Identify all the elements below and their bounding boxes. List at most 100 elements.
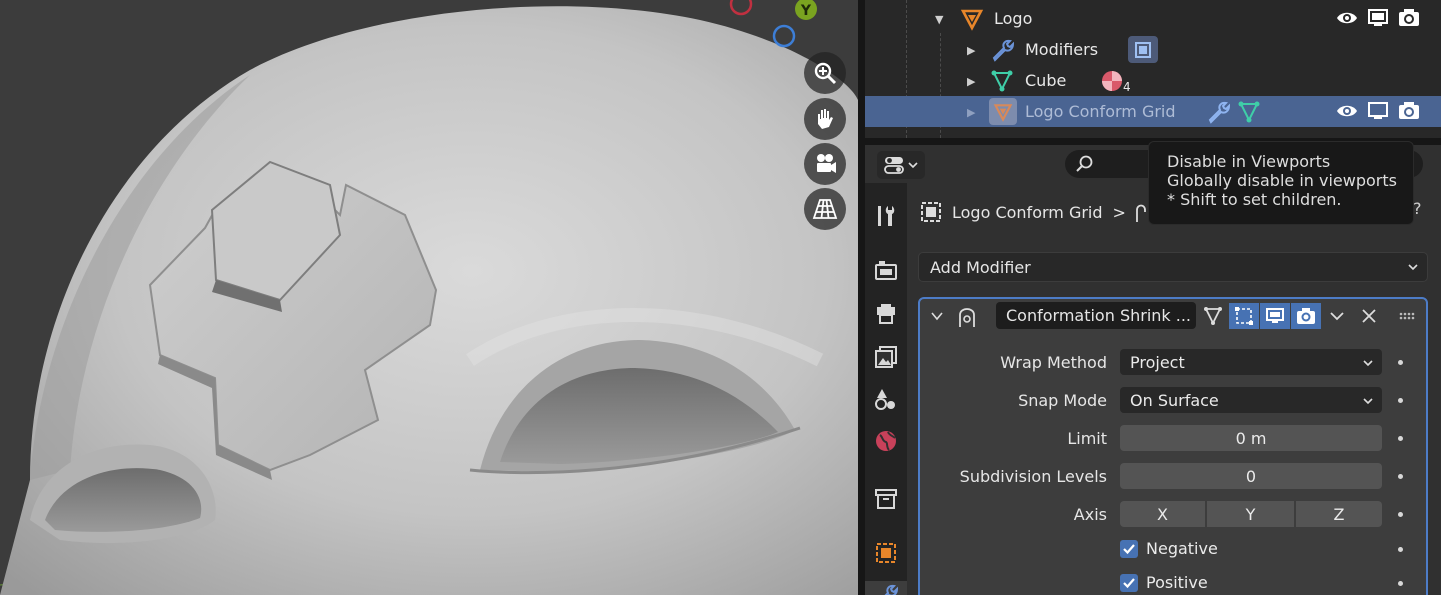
wrench-icon bbox=[884, 584, 898, 595]
3d-viewport[interactable]: Y bbox=[0, 0, 858, 595]
logo-object-icon bbox=[989, 98, 1017, 125]
expand-triangle-icon[interactable]: ▶ bbox=[967, 44, 975, 57]
axis-y-toggle[interactable]: Y bbox=[1207, 501, 1294, 527]
eye-icon[interactable] bbox=[1336, 7, 1358, 29]
close-icon bbox=[1362, 309, 1376, 323]
tab-scene[interactable] bbox=[872, 385, 900, 413]
monitor-icon[interactable] bbox=[1367, 100, 1389, 122]
tab-render[interactable] bbox=[872, 256, 900, 284]
keyframe-dot[interactable] bbox=[1398, 398, 1403, 403]
mesh-edit-icon bbox=[1204, 307, 1222, 326]
zoom-button[interactable] bbox=[804, 52, 846, 94]
expand-triangle-icon[interactable]: ▶ bbox=[967, 75, 975, 88]
mesh-icon bbox=[991, 70, 1013, 92]
wrap-method-dropdown[interactable]: Project bbox=[1120, 349, 1382, 375]
tab-object[interactable] bbox=[872, 539, 900, 567]
breadcrumb-object-name: Logo Conform Grid bbox=[952, 202, 1103, 222]
camera-view-button[interactable] bbox=[804, 143, 846, 185]
area-divider[interactable] bbox=[858, 0, 865, 595]
tab-modifiers[interactable] bbox=[865, 581, 907, 595]
outliner-row-label: Logo Conform Grid bbox=[1025, 102, 1176, 121]
mesh-icon[interactable] bbox=[1237, 100, 1261, 124]
breadcrumb-separator: > bbox=[1112, 202, 1126, 222]
wrench-icon bbox=[992, 39, 1014, 62]
keyframe-dot[interactable] bbox=[1398, 436, 1403, 441]
outliner-row-logo-conform-grid[interactable]: ▶ Logo Conform Grid bbox=[865, 96, 1441, 127]
tooltip: Disable in Viewports Globally disable in… bbox=[1148, 141, 1414, 225]
camera-render-icon bbox=[1297, 308, 1315, 324]
shrinkwrap-icon bbox=[1136, 204, 1146, 222]
axis-x-toggle[interactable]: X bbox=[1120, 501, 1205, 527]
on-cage-toggle[interactable] bbox=[1229, 303, 1259, 329]
monitor-icon[interactable] bbox=[1367, 7, 1389, 29]
collapse-chevron-icon[interactable] bbox=[930, 309, 944, 323]
keyframe-dot[interactable] bbox=[1398, 360, 1403, 365]
help-icon[interactable]: ? bbox=[1413, 199, 1422, 218]
pan-button[interactable] bbox=[804, 98, 846, 140]
chevron-down-icon bbox=[908, 162, 918, 169]
wrap-method-value: Project bbox=[1130, 352, 1185, 372]
outliner-row-cube[interactable]: ▶ Cube 4 bbox=[865, 65, 1441, 96]
image-stack-icon bbox=[875, 346, 897, 368]
outliner-row-label: Cube bbox=[1025, 71, 1067, 90]
chevron-down-icon bbox=[1408, 264, 1418, 271]
modifier-name-input[interactable]: Conformation Shrink ... bbox=[996, 302, 1196, 329]
positive-checkbox[interactable] bbox=[1120, 574, 1138, 592]
snap-mode-value: On Surface bbox=[1130, 390, 1219, 410]
subdivision-levels-input[interactable]: 0 bbox=[1120, 463, 1382, 489]
checkmark-icon bbox=[1123, 578, 1135, 589]
perspective-toggle-button[interactable] bbox=[804, 188, 846, 230]
keyframe-dot[interactable] bbox=[1398, 547, 1403, 552]
editor-type-button[interactable] bbox=[877, 151, 925, 179]
limit-input[interactable]: 0 m bbox=[1120, 425, 1382, 451]
tooltip-title: Disable in Viewports bbox=[1167, 152, 1331, 171]
render-visibility-toggle[interactable] bbox=[1291, 303, 1321, 329]
edit-mode-toggle[interactable] bbox=[1198, 303, 1228, 329]
perspective-grid-icon bbox=[812, 199, 838, 219]
add-modifier-dropdown[interactable]: Add Modifier bbox=[918, 252, 1428, 282]
eye-icon[interactable] bbox=[1336, 100, 1358, 122]
tab-world[interactable] bbox=[872, 427, 900, 455]
shrinkwrap-modifier-icon[interactable] bbox=[1128, 36, 1158, 63]
keyframe-dot[interactable] bbox=[1398, 474, 1403, 479]
modifier-options-dropdown[interactable] bbox=[1322, 303, 1352, 329]
viewport-visibility-toggle[interactable] bbox=[1260, 303, 1290, 329]
keyframe-dot[interactable] bbox=[1398, 581, 1403, 586]
cage-icon bbox=[1235, 307, 1253, 325]
outliner-row-logo[interactable]: ▼ Logo bbox=[865, 3, 1441, 34]
negative-checkbox[interactable] bbox=[1120, 540, 1138, 558]
tab-tool[interactable] bbox=[872, 202, 900, 230]
outliner-row-modifiers[interactable]: ▶ Modifiers bbox=[865, 34, 1441, 65]
collection-box-icon bbox=[875, 489, 897, 509]
wrap-method-label: Wrap Method bbox=[1000, 353, 1107, 372]
breadcrumb: Logo Conform Grid > bbox=[920, 200, 1148, 224]
negative-label: Negative bbox=[1146, 539, 1218, 558]
snap-mode-dropdown[interactable]: On Surface bbox=[1120, 387, 1382, 413]
properties-tab-bar bbox=[865, 183, 907, 595]
expand-triangle-icon[interactable]: ▶ bbox=[967, 106, 975, 119]
properties-editor-icon bbox=[884, 157, 904, 174]
camera-render-icon[interactable] bbox=[1398, 7, 1420, 29]
snap-mode-label: Snap Mode bbox=[1018, 391, 1107, 410]
hand-pan-icon bbox=[818, 109, 833, 129]
limit-label: Limit bbox=[1067, 429, 1107, 448]
drag-handle[interactable] bbox=[1392, 303, 1422, 329]
axis-label: Axis bbox=[1073, 505, 1107, 524]
keyframe-dot[interactable] bbox=[1398, 512, 1403, 517]
subdivision-levels-label: Subdivision Levels bbox=[959, 467, 1107, 486]
tab-view-layer[interactable] bbox=[872, 343, 900, 371]
axis-z-toggle[interactable]: Z bbox=[1296, 501, 1382, 527]
tab-collection[interactable] bbox=[872, 485, 900, 513]
collapse-triangle-icon[interactable]: ▼ bbox=[935, 13, 943, 26]
object-square-icon bbox=[876, 543, 896, 563]
outliner-row-label: Logo bbox=[994, 9, 1033, 28]
camera-render-icon[interactable] bbox=[1398, 100, 1420, 122]
tab-output[interactable] bbox=[872, 300, 900, 328]
shrinkwrap-modifier-icon bbox=[959, 308, 975, 327]
search-icon bbox=[1076, 155, 1093, 172]
material-count: 4 bbox=[1123, 80, 1131, 94]
modifier-panel-header: Conformation Shrink ... bbox=[920, 299, 1426, 333]
wrench-icon[interactable] bbox=[1206, 100, 1230, 124]
tooltip-hint: * Shift to set children. bbox=[1167, 190, 1342, 209]
remove-modifier-button[interactable] bbox=[1354, 303, 1384, 329]
